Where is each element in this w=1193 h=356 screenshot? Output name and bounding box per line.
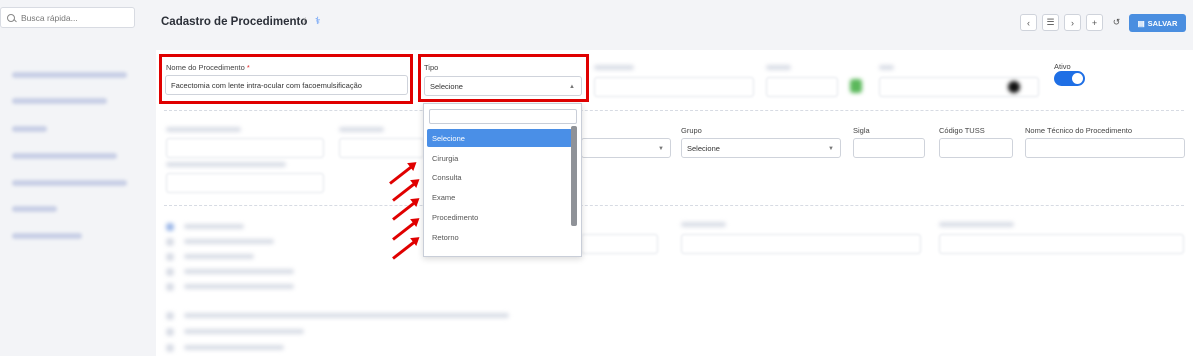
chevron-right-icon[interactable]: › — [1064, 14, 1081, 31]
option-procedimento[interactable]: Procedimento — [427, 208, 572, 226]
blurred-text — [184, 224, 244, 229]
checkbox[interactable] — [166, 268, 174, 276]
checkbox[interactable] — [166, 344, 174, 352]
list-icon[interactable]: ☰ — [1042, 14, 1059, 31]
save-label: SALVAR — [1147, 18, 1178, 28]
blurred-text — [184, 254, 254, 259]
nome-tecnico-input[interactable] — [1025, 138, 1185, 158]
nome-label: Nome do Procedimento * — [166, 63, 250, 72]
checkbox[interactable] — [166, 223, 174, 231]
search-icon — [7, 13, 15, 22]
grupo-value: Selecione — [687, 143, 720, 153]
status-icon — [850, 79, 862, 93]
chevron-down-icon: ▼ — [828, 146, 834, 152]
blurred-text — [184, 313, 509, 318]
option-exame[interactable]: Exame — [427, 188, 572, 206]
blurred-field[interactable] — [681, 234, 921, 254]
blurred-label — [681, 222, 726, 227]
divider — [164, 110, 1184, 111]
blurred-text — [184, 284, 294, 289]
blurred-label — [939, 222, 1014, 227]
checkbox[interactable] — [166, 283, 174, 291]
form-card: Nome do Procedimento * Facectomia com le… — [156, 50, 1193, 356]
nome-procedimento-input[interactable]: Facectomia com lente intra-ocular com fa… — [165, 75, 408, 95]
blurred-label — [166, 127, 241, 132]
page-title: Cadastro de Procedimento — [161, 16, 308, 28]
tipo-value: Selecione — [430, 81, 463, 91]
blurred-field[interactable] — [594, 77, 754, 97]
blurred-select[interactable]: ▼ — [581, 138, 671, 158]
chevron-down-icon: ▼ — [658, 146, 664, 152]
blurred-field[interactable] — [939, 234, 1184, 254]
color-swatch — [1008, 81, 1020, 93]
blurred-field[interactable] — [166, 138, 324, 158]
dropdown-search-input[interactable] — [429, 109, 577, 124]
sidebar-item-blurred[interactable] — [12, 180, 127, 186]
sidebar-item-blurred[interactable] — [12, 126, 47, 132]
stethoscope-icon: ⚕ — [315, 16, 321, 27]
tipo-select[interactable]: Selecione ▲ — [424, 76, 582, 96]
nome-tecnico-label: Nome Técnico do Procedimento — [1025, 126, 1132, 135]
blurred-label — [166, 162, 286, 167]
tuss-input[interactable] — [939, 138, 1013, 158]
blurred-field[interactable] — [766, 77, 838, 97]
sidebar-item-blurred[interactable] — [12, 233, 82, 239]
blurred-text — [184, 269, 294, 274]
grupo-label: Grupo — [681, 126, 702, 135]
sidebar: Busca rápida... — [0, 0, 148, 356]
option-cirurgia[interactable]: Cirurgia — [427, 149, 572, 167]
sidebar-item-blurred[interactable] — [12, 98, 107, 104]
chevron-left-icon[interactable]: ‹ — [1020, 14, 1037, 31]
save-button[interactable]: ▤ SALVAR — [1129, 14, 1186, 32]
dropdown-scrollbar[interactable] — [571, 126, 577, 226]
blurred-label — [339, 127, 384, 132]
checkbox[interactable] — [166, 328, 174, 336]
save-icon: ▤ — [1137, 18, 1145, 28]
blurred-label — [879, 65, 894, 70]
checkbox[interactable] — [166, 253, 174, 261]
history-icon[interactable]: ↺ — [1108, 14, 1125, 31]
blurred-text — [184, 345, 284, 350]
ativo-toggle[interactable] — [1054, 71, 1085, 86]
checkbox[interactable] — [166, 312, 174, 320]
sigla-input[interactable] — [853, 138, 925, 158]
sidebar-item-blurred[interactable] — [12, 72, 127, 78]
breadcrumb-separator: / — [303, 17, 306, 28]
blurred-text — [184, 329, 304, 334]
plus-icon[interactable]: + — [1086, 14, 1103, 31]
caret-up-icon: ▲ — [569, 84, 575, 90]
blurred-text — [184, 239, 274, 244]
blurred-field[interactable] — [339, 138, 424, 158]
sidebar-item-blurred[interactable] — [12, 206, 57, 212]
tipo-dropdown: Selecione Cirurgia Consulta Exame Proced… — [423, 103, 582, 257]
blurred-label — [594, 65, 634, 70]
sidebar-item-blurred[interactable] — [12, 153, 117, 159]
tuss-label: Código TUSS — [939, 126, 985, 135]
checkbox[interactable] — [166, 238, 174, 246]
blurred-label — [766, 65, 791, 70]
option-retorno[interactable]: Retorno — [427, 228, 572, 246]
search-placeholder: Busca rápida... — [21, 12, 78, 23]
divider — [164, 205, 1184, 206]
option-consulta[interactable]: Consulta — [427, 168, 572, 186]
search-box[interactable]: Busca rápida... — [0, 7, 135, 28]
grupo-select[interactable]: Selecione ▼ — [681, 138, 841, 158]
blurred-field[interactable] — [581, 234, 658, 254]
blurred-field[interactable] — [166, 173, 324, 193]
tipo-label: Tipo — [424, 63, 439, 72]
sigla-label: Sigla — [853, 126, 870, 135]
option-selecione[interactable]: Selecione — [427, 129, 572, 147]
ativo-label: Ativo — [1054, 62, 1071, 71]
page-header: Cadastro de Procedimento / ⚕ ‹ ☰ › + ↺ ▤… — [148, 0, 1193, 44]
